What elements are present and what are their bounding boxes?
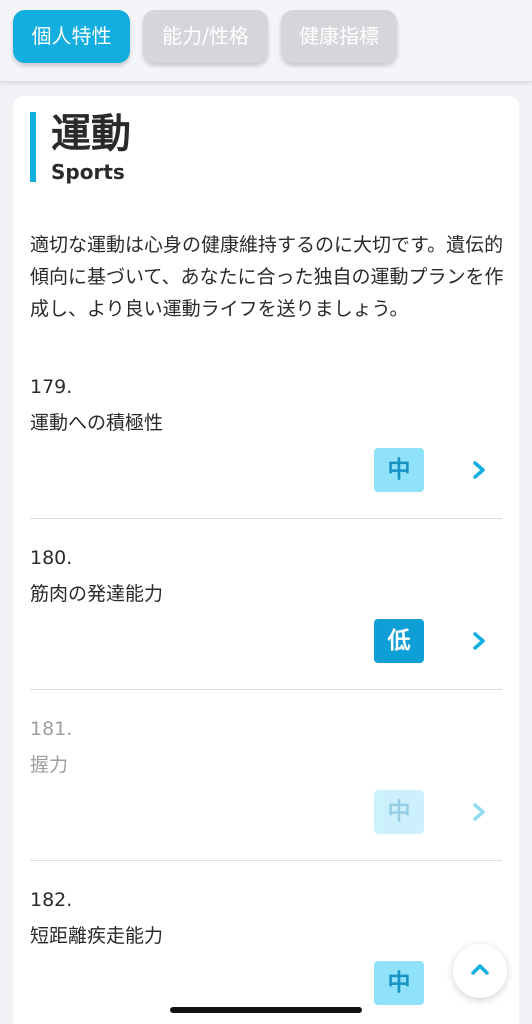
item-divider	[30, 518, 502, 519]
list-item[interactable]: 181. 握力 中	[30, 718, 502, 888]
level-badge: 中	[374, 961, 424, 1005]
item-name: 運動への積極性	[30, 412, 164, 434]
item-name: 握力	[30, 754, 69, 776]
chevron-right-icon[interactable]	[468, 456, 490, 484]
section-subtitle: Sports	[51, 160, 125, 184]
item-divider	[30, 860, 502, 861]
section-title: 運動	[51, 111, 131, 157]
top-tab-bar: 個人特性 能力/性格 健康指標	[0, 0, 532, 82]
list-item[interactable]: 182. 短距離疾走能力 中	[30, 889, 502, 1024]
chevron-right-icon[interactable]	[468, 627, 490, 655]
item-divider	[30, 689, 502, 690]
tab-ability-personality[interactable]: 能力/性格	[143, 10, 268, 63]
section-accent-bar	[30, 112, 36, 182]
tab-personal-traits[interactable]: 個人特性	[13, 10, 130, 63]
chevron-up-icon	[471, 964, 489, 975]
level-badge: 中	[374, 790, 424, 834]
level-badge: 中	[374, 448, 424, 492]
level-badge: 低	[374, 619, 424, 663]
home-indicator[interactable]	[170, 1007, 362, 1013]
item-number: 179.	[30, 376, 73, 398]
item-name: 筋肉の発達能力	[30, 583, 164, 605]
item-number: 180.	[30, 547, 73, 569]
tab-health-indicators[interactable]: 健康指標	[281, 10, 397, 63]
chevron-right-icon[interactable]	[468, 798, 490, 826]
section-description: 適切な運動は心身の健康維持するのに大切です。遺伝的傾向に基づいて、あなたに合った…	[30, 234, 504, 320]
item-number: 182.	[30, 889, 73, 911]
list-item[interactable]: 179. 運動への積極性 中	[30, 376, 502, 546]
list-item[interactable]: 180. 筋肉の発達能力 低	[30, 547, 502, 717]
content-card: 運動 Sports 適切な運動は心身の健康維持するのに大切です。遺伝的傾向に基づ…	[13, 96, 519, 1024]
item-number: 181.	[30, 718, 73, 740]
scroll-to-top-button[interactable]	[453, 944, 507, 998]
item-name: 短距離疾走能力	[30, 925, 164, 947]
